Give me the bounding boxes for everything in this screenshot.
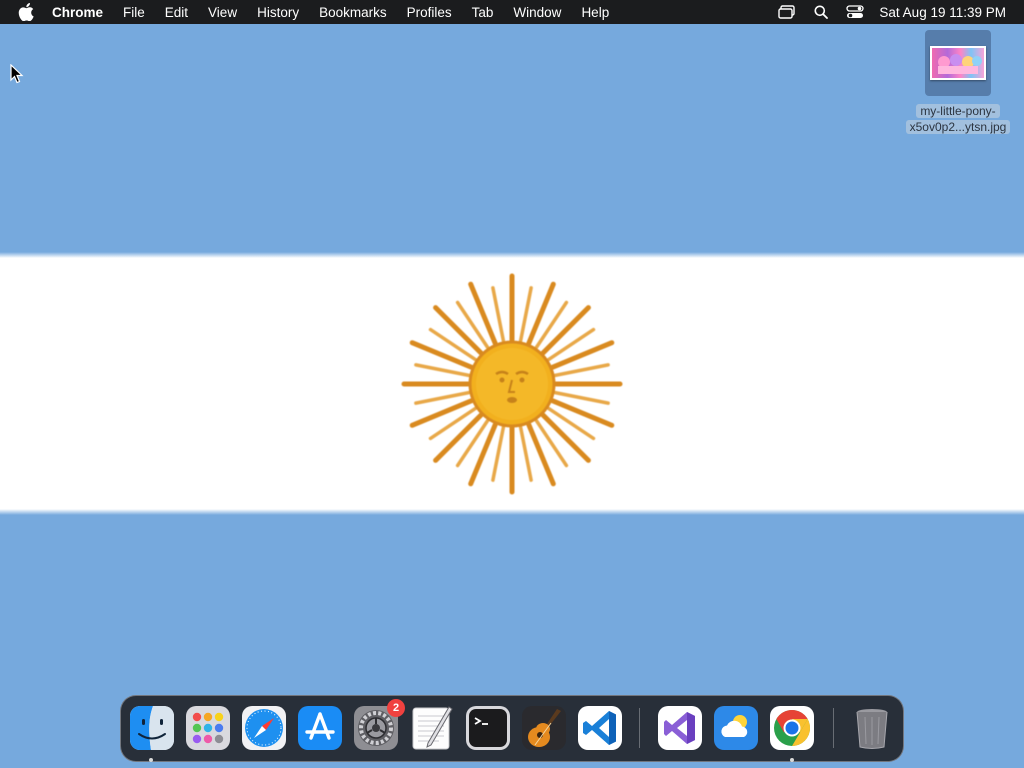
desktop-file-label[interactable]: my-little-pony- x5ov0p2...ytsn.jpg bbox=[896, 103, 1020, 135]
file-name-line2: x5ov0p2...ytsn.jpg bbox=[905, 120, 1011, 134]
dock-separator bbox=[833, 708, 834, 748]
trash-icon bbox=[856, 709, 888, 749]
dock-separator bbox=[639, 708, 640, 748]
control-center-icon[interactable] bbox=[845, 4, 865, 20]
textedit-icon bbox=[412, 706, 453, 750]
menu-history[interactable]: History bbox=[257, 5, 299, 20]
menu-help[interactable]: Help bbox=[581, 5, 609, 20]
desktop: Chrome File Edit View History Bookmarks … bbox=[0, 0, 1024, 768]
sun-ray bbox=[553, 363, 610, 378]
file-thumbnail-selection[interactable] bbox=[925, 30, 991, 96]
flag-stripe-edge bbox=[0, 509, 1024, 515]
app-store-icon bbox=[298, 706, 342, 750]
sun-ray bbox=[409, 340, 474, 370]
dock-terminal[interactable] bbox=[465, 705, 511, 751]
dock-trash[interactable] bbox=[849, 705, 895, 751]
dock-weather[interactable] bbox=[713, 705, 759, 751]
apple-menu-icon[interactable] bbox=[18, 3, 36, 21]
dock-visual-studio[interactable] bbox=[657, 705, 703, 751]
garageband-icon bbox=[522, 706, 566, 750]
dock: 2 bbox=[120, 695, 904, 762]
sun-ray bbox=[518, 425, 533, 482]
notification-badge: 2 bbox=[387, 699, 405, 717]
dock-app-store[interactable] bbox=[297, 705, 343, 751]
vscode-icon bbox=[578, 706, 622, 750]
mouse-cursor-icon bbox=[10, 64, 24, 84]
menu-bar: Chrome File Edit View History Bookmarks … bbox=[0, 0, 1024, 24]
visual-studio-icon bbox=[658, 706, 702, 750]
sun-ray bbox=[526, 281, 556, 346]
sun-ray bbox=[409, 398, 474, 428]
running-indicator bbox=[149, 758, 153, 762]
sun-ray bbox=[526, 422, 556, 487]
dock-garageband[interactable] bbox=[521, 705, 567, 751]
file-name-line1: my-little-pony- bbox=[916, 104, 1000, 118]
menu-profiles[interactable]: Profiles bbox=[407, 5, 452, 20]
sun-of-may-icon bbox=[401, 273, 623, 495]
sun-ray bbox=[414, 363, 471, 378]
menu-app-name[interactable]: Chrome bbox=[52, 5, 103, 20]
sun-ray bbox=[491, 425, 506, 482]
screen-mirroring-icon[interactable] bbox=[777, 4, 797, 20]
chrome-icon bbox=[770, 706, 814, 750]
desktop-file-icon[interactable]: my-little-pony- x5ov0p2...ytsn.jpg bbox=[896, 30, 1020, 138]
dock-chrome[interactable] bbox=[769, 705, 815, 751]
menu-view[interactable]: View bbox=[208, 5, 237, 20]
dock-vscode[interactable] bbox=[577, 705, 623, 751]
menu-bar-clock[interactable]: Sat Aug 19 11:39 PM bbox=[879, 5, 1006, 20]
launchpad-icon bbox=[186, 706, 230, 750]
safari-icon bbox=[242, 706, 286, 750]
running-indicator bbox=[790, 758, 794, 762]
spotlight-search-icon[interactable] bbox=[811, 4, 831, 20]
sun-ray bbox=[518, 286, 533, 343]
sun-ray bbox=[468, 422, 498, 487]
sun-ray bbox=[491, 286, 506, 343]
menu-bookmarks[interactable]: Bookmarks bbox=[319, 5, 387, 20]
dock-textedit[interactable] bbox=[409, 705, 455, 751]
sun-ray bbox=[550, 340, 615, 370]
dock-finder[interactable] bbox=[129, 705, 175, 751]
menu-tab[interactable]: Tab bbox=[472, 5, 494, 20]
flag-top-stripe bbox=[0, 24, 1024, 256]
dock-launchpad[interactable] bbox=[185, 705, 231, 751]
image-thumbnail bbox=[930, 46, 986, 80]
menu-window[interactable]: Window bbox=[513, 5, 561, 20]
sun-ray bbox=[414, 390, 471, 405]
menu-edit[interactable]: Edit bbox=[165, 5, 188, 20]
menu-file[interactable]: File bbox=[123, 5, 145, 20]
sun-ray bbox=[553, 390, 610, 405]
terminal-icon bbox=[466, 706, 510, 750]
sun-ray bbox=[550, 398, 615, 428]
dock-system-settings[interactable]: 2 bbox=[353, 699, 405, 751]
dock-safari[interactable] bbox=[241, 705, 287, 751]
weather-icon bbox=[714, 706, 758, 750]
flag-stripe-edge bbox=[0, 252, 1024, 258]
sun-ray bbox=[468, 281, 498, 346]
finder-icon bbox=[130, 706, 174, 750]
